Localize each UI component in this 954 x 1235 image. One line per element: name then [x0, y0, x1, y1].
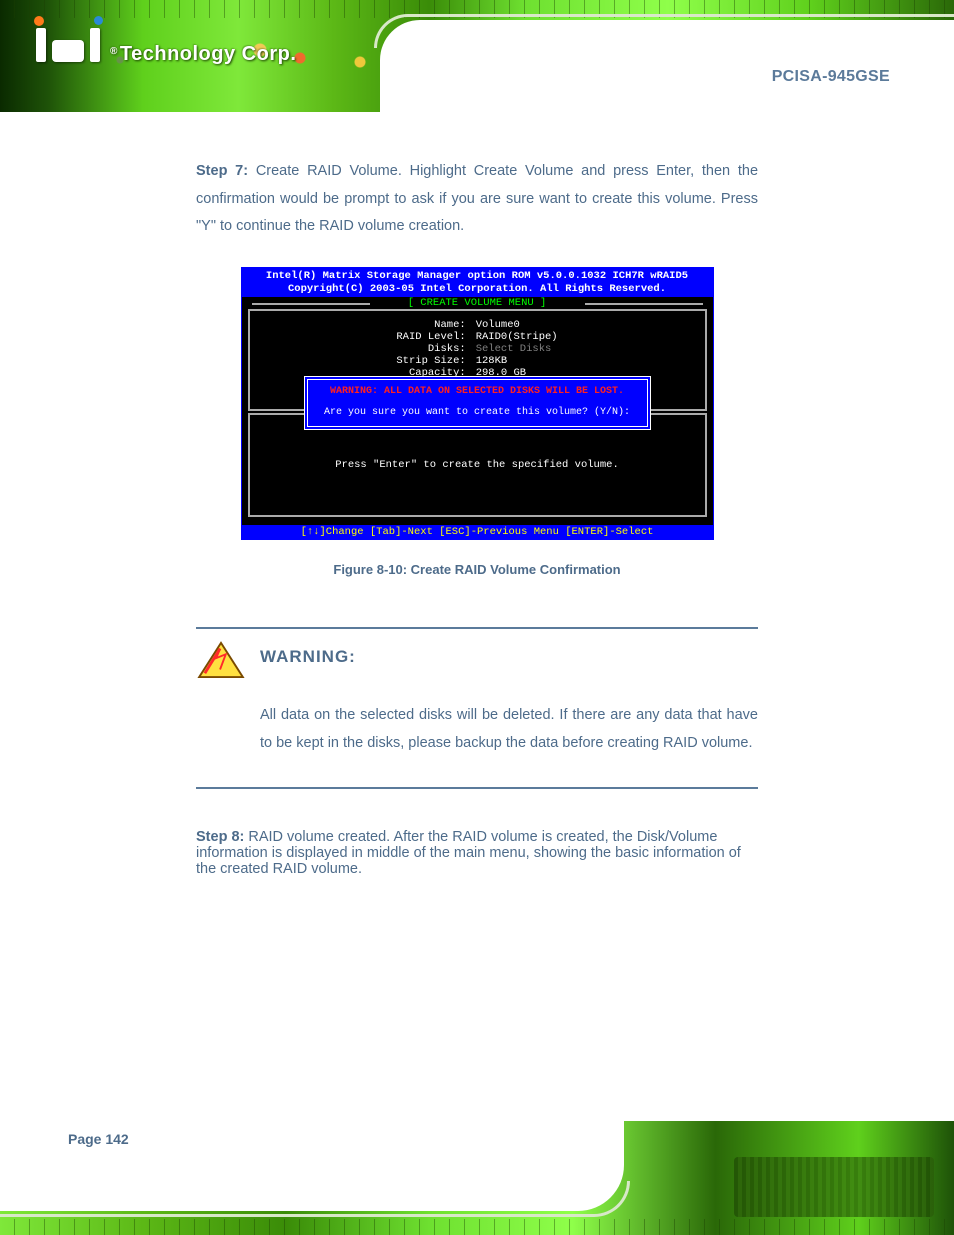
figure-caption: Figure 8-10: Create RAID Volume Confirma… — [196, 562, 758, 577]
step-7-label: Step 7: — [196, 163, 256, 179]
bios-name-label: Name: — [396, 319, 475, 331]
step-7-paragraph: Step 7: Create RAID Volume. Highlight Cr… — [196, 158, 758, 241]
bios-help-text: Press "Enter" to create the specified vo… — [335, 459, 619, 471]
bottom-banner — [0, 1121, 954, 1235]
bios-strip-label: Strip Size: — [396, 355, 475, 367]
bios-key-hints: [↑↓]Change [Tab]-Next [ESC]-Previous Men… — [242, 525, 713, 539]
bios-title-line-1: Intel(R) Matrix Storage Manager option R… — [242, 270, 713, 283]
bios-field-table: Name:Volume0 RAID Level:RAID0(Stripe) Di… — [396, 319, 557, 379]
iei-logo-icon — [36, 20, 102, 62]
bios-raid-value: RAID0(Stripe) — [476, 331, 558, 343]
warning-body: All data on the selected disks will be d… — [260, 701, 758, 758]
step-8-text: RAID volume created. After the RAID volu… — [196, 829, 741, 877]
bios-title-line-2: Copyright(C) 2003-05 Intel Corporation. … — [242, 283, 713, 296]
company-logo-text: ®Technology Corp. — [110, 43, 296, 66]
bottom-texture — [734, 1157, 934, 1217]
warning-block: WARNING: All data on the selected disks … — [196, 627, 758, 790]
bios-warning-text: WARNING: ALL DATA ON SELECTED DISKS WILL… — [316, 386, 639, 397]
bios-disks-label: Disks: — [396, 343, 475, 355]
page-number: Page 142 — [68, 1131, 129, 1147]
step-8-label: Step 8: — [196, 829, 248, 845]
bios-screenshot: Intel(R) Matrix Storage Manager option R… — [241, 267, 714, 540]
bios-raid-label: RAID Level: — [396, 331, 475, 343]
bios-disks-value: Select Disks — [476, 343, 558, 355]
step-7-text: Create RAID Volume. Highlight Create Vol… — [196, 163, 758, 234]
bottom-swoop-border — [0, 1181, 630, 1217]
bios-warning-dialog: WARNING: ALL DATA ON SELECTED DISKS WILL… — [304, 376, 651, 430]
top-banner: ®Technology Corp. PCISA-945GSE — [0, 0, 954, 112]
warning-icon — [196, 641, 246, 679]
bios-menu-title: [ CREATE VOLUME MENU ] — [242, 297, 713, 309]
warning-title: WARNING: — [260, 647, 356, 667]
step-8-paragraph: Step 8: RAID volume created. After the R… — [196, 829, 758, 877]
bios-name-value: Volume0 — [476, 319, 558, 331]
page-content: Step 7: Create RAID Volume. Highlight Cr… — [0, 112, 954, 877]
banner-swoop-border — [374, 14, 954, 48]
bios-confirm-text: Are you sure you want to create this vol… — [316, 407, 639, 418]
product-title: PCISA-945GSE — [772, 68, 890, 86]
bios-header: Intel(R) Matrix Storage Manager option R… — [242, 268, 713, 297]
company-logo-block: ®Technology Corp. — [36, 20, 296, 62]
bios-strip-value: 128KB — [476, 355, 558, 367]
